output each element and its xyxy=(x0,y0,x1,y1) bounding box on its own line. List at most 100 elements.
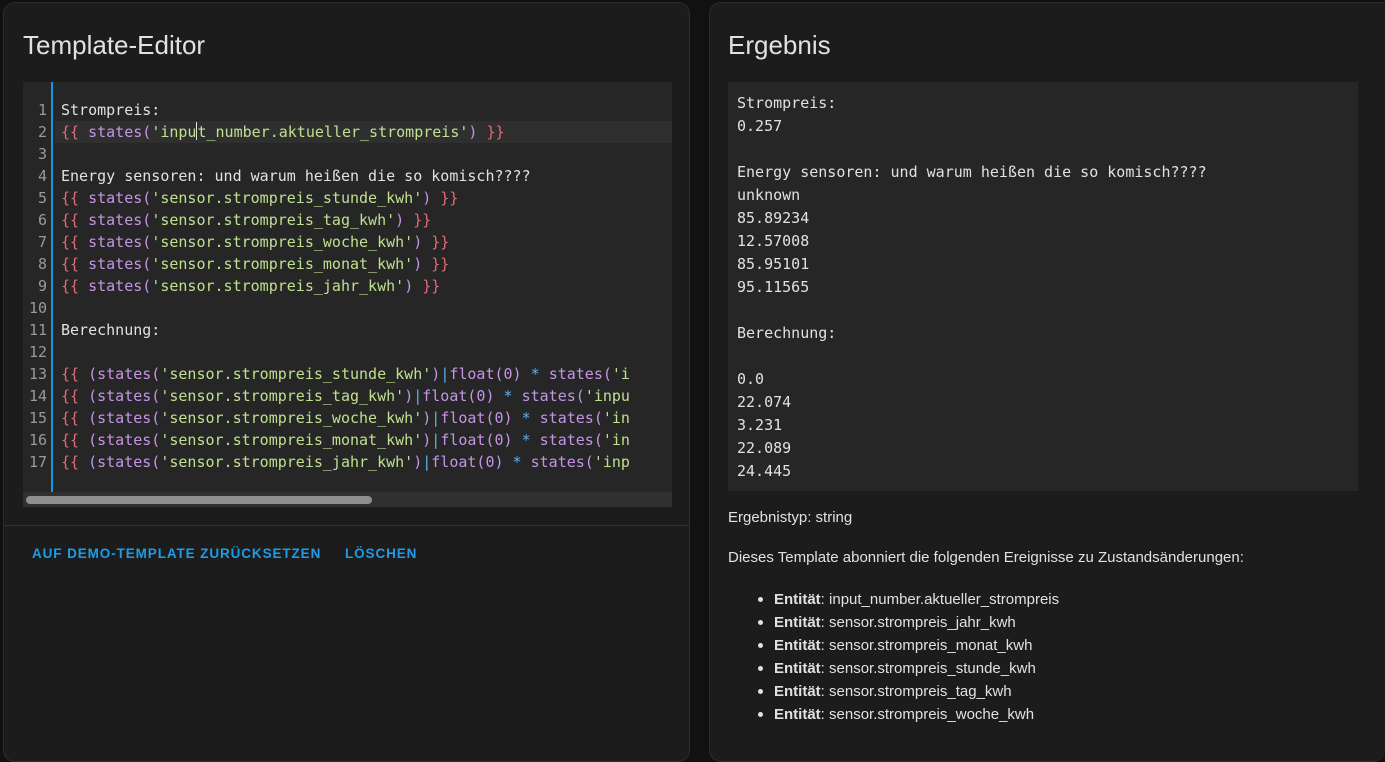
result-line: 85.89234 xyxy=(737,209,810,227)
code-token: states( xyxy=(539,409,603,427)
code-token: {{ xyxy=(61,387,89,405)
code-token: 'sensor.strompreis_jahr_kwh' xyxy=(160,453,414,471)
code-token: ( xyxy=(142,123,152,141)
line-number: 3 xyxy=(37,145,47,163)
line-number: 13 xyxy=(28,365,47,383)
code-line[interactable]: {{ (states('sensor.strompreis_stunde_kwh… xyxy=(61,363,672,385)
code-line[interactable] xyxy=(61,341,672,363)
line-number: 12 xyxy=(28,343,47,361)
code-token: ) xyxy=(422,431,432,449)
entity-id: sensor.strompreis_tag_kwh xyxy=(829,683,1012,700)
code-line[interactable] xyxy=(61,297,672,319)
code-line[interactable]: Strompreis: xyxy=(61,99,672,121)
horizontal-scrollbar[interactable] xyxy=(23,492,672,507)
result-line: 95.11565 xyxy=(737,278,810,296)
code-token: ) xyxy=(422,189,432,207)
entity-label: Entität xyxy=(774,706,821,723)
result-line: 24.445 xyxy=(737,462,792,480)
code-line[interactable]: {{ states('sensor.strompreis_woche_kwh')… xyxy=(61,231,672,253)
entity-id: sensor.strompreis_stunde_kwh xyxy=(829,660,1036,677)
code-token: | xyxy=(440,365,450,383)
code-line[interactable]: {{ states('input_number.aktueller_stromp… xyxy=(55,121,672,143)
result-line: 12.57008 xyxy=(737,232,810,250)
code-token: 'in xyxy=(602,409,630,427)
result-line: Strompreis: xyxy=(737,94,837,112)
entity-item: Entität: input_number.aktueller_strompre… xyxy=(758,588,1059,611)
code-token: (states( xyxy=(88,365,161,383)
code-token: states( xyxy=(88,211,152,229)
code-token: (states( xyxy=(88,453,161,471)
result-title: Ergebnis xyxy=(728,30,831,60)
code-token: | xyxy=(413,387,423,405)
code-token: ) xyxy=(404,277,414,295)
code-token: Strompreis: xyxy=(61,101,161,119)
code-token: 'sensor.strompreis_jahr_kwh' xyxy=(151,277,405,295)
code-token: | xyxy=(431,409,441,427)
code-line[interactable]: {{ states('sensor.strompreis_tag_kwh') }… xyxy=(61,209,672,231)
result-line: 85.95101 xyxy=(737,255,810,273)
code-token: Energy sensoren: und warum heißen die so… xyxy=(61,167,531,185)
code-line[interactable]: {{ states('sensor.strompreis_stunde_kwh'… xyxy=(61,187,672,209)
code-line[interactable]: Berechnung: xyxy=(61,319,672,341)
code-line[interactable]: Energy sensoren: und warum heißen die so… xyxy=(61,165,672,187)
code-line[interactable]: {{ (states('sensor.strompreis_tag_kwh')|… xyxy=(61,385,672,407)
entity-id: sensor.strompreis_woche_kwh xyxy=(829,706,1035,723)
editor-title: Template-Editor xyxy=(23,30,206,60)
line-number: 5 xyxy=(37,189,47,207)
code-token: states( xyxy=(521,387,585,405)
line-number: 2 xyxy=(37,123,47,141)
code-token: }} xyxy=(477,123,505,141)
code-token: * xyxy=(512,431,540,449)
entity-item: Entität: sensor.strompreis_monat_kwh xyxy=(758,634,1059,657)
code-token: ) xyxy=(395,211,405,229)
code-token: (states( xyxy=(88,387,161,405)
code-token: states( xyxy=(88,189,152,207)
entity-label: Entität xyxy=(774,660,821,677)
template-editor-card: Template-Editor 1 2 3 4 5 6 7 8 9 10 11 12 13 14 15 16 1… xyxy=(3,2,690,762)
code-token: states( xyxy=(88,255,152,273)
code-token: ) xyxy=(422,409,432,427)
code-token: 'sensor.strompreis_tag_kwh' xyxy=(160,387,405,405)
code-token: ) xyxy=(413,233,423,251)
code-token: }} xyxy=(431,189,459,207)
line-number: 8 xyxy=(37,255,47,273)
code-editor[interactable]: 1 2 3 4 5 6 7 8 9 10 11 12 13 14 15 16 17 Strompreis:{{ … xyxy=(23,82,672,507)
reset-demo-template-button[interactable]: AUF DEMO-TEMPLATE ZURÜCKSETZEN xyxy=(32,543,321,563)
code-token: {{ xyxy=(61,431,89,449)
code-token: (states( xyxy=(88,409,161,427)
code-line[interactable]: {{ (states('sensor.strompreis_woche_kwh'… xyxy=(61,407,672,429)
entity-item: Entität: sensor.strompreis_tag_kwh xyxy=(758,680,1059,703)
code-line[interactable]: {{ (states('sensor.strompreis_jahr_kwh')… xyxy=(61,451,672,473)
line-number: 16 xyxy=(28,431,47,449)
line-number: 15 xyxy=(28,409,47,427)
line-number: 9 xyxy=(37,277,47,295)
code-token: float(0) xyxy=(440,431,513,449)
code-token: 'i xyxy=(611,365,630,383)
result-line: 0.0 xyxy=(737,370,765,388)
code-token: {{ xyxy=(61,189,89,207)
line-number: 1 xyxy=(37,101,47,119)
code-token: 'sensor.strompreis_stunde_kwh' xyxy=(160,365,432,383)
result-line: 0.257 xyxy=(737,117,783,135)
entity-id: sensor.strompreis_jahr_kwh xyxy=(829,614,1016,631)
code-token: | xyxy=(431,431,441,449)
code-line[interactable] xyxy=(61,143,672,165)
code-token: 'inpu xyxy=(151,123,197,141)
code-line[interactable]: {{ (states('sensor.strompreis_monat_kwh'… xyxy=(61,429,672,451)
line-number: 7 xyxy=(37,233,47,251)
code-token: ) xyxy=(404,387,414,405)
code-token: ) xyxy=(413,255,423,273)
line-number-gutter: 1 2 3 4 5 6 7 8 9 10 11 12 13 14 15 16 17 xyxy=(23,82,53,492)
code-line[interactable]: {{ states('sensor.strompreis_jahr_kwh') … xyxy=(61,275,672,297)
code-token: float(0) xyxy=(449,365,522,383)
code-line[interactable]: {{ states('sensor.strompreis_monat_kwh')… xyxy=(61,253,672,275)
clear-button[interactable]: LÖSCHEN xyxy=(345,543,417,563)
code-token: }} xyxy=(422,255,450,273)
entity-id: input_number.aktueller_strompreis xyxy=(829,591,1060,608)
code-token: {{ xyxy=(61,255,89,273)
entity-label: Entität xyxy=(774,591,821,608)
code-token: 'sensor.strompreis_woche_kwh' xyxy=(151,233,414,251)
result-line xyxy=(737,299,1349,322)
code-token: states xyxy=(88,123,143,141)
scrollbar-thumb[interactable] xyxy=(26,496,372,504)
